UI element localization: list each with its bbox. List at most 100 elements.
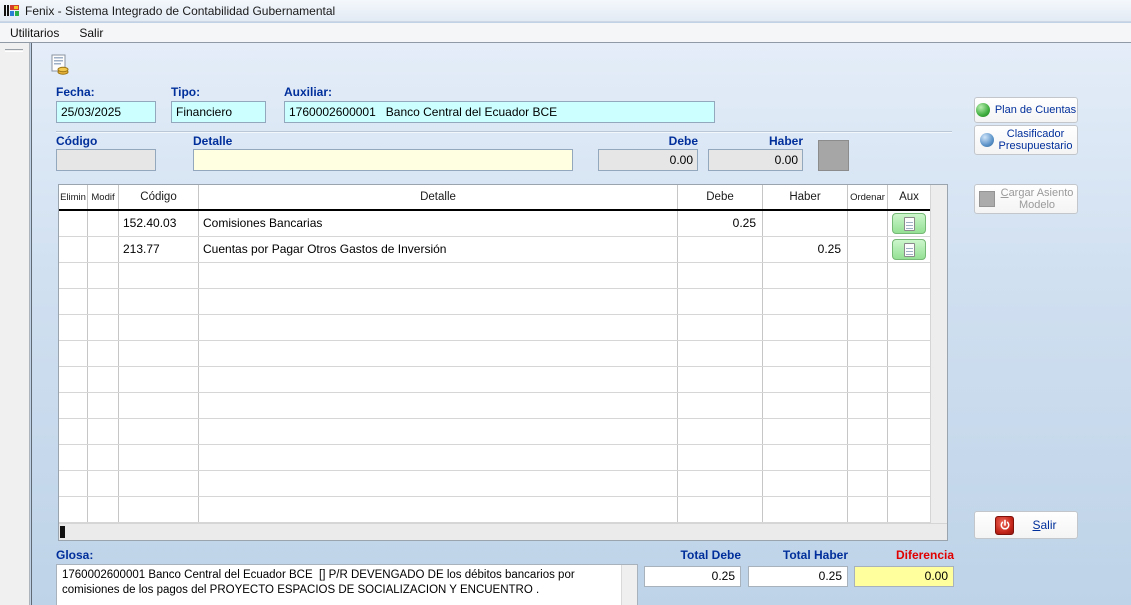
main-area: Fecha: 25/03/2025 Tipo: Financiero Auxil… <box>0 42 1131 605</box>
tipo-label: Tipo: <box>171 85 201 99</box>
grid-cell: Comisiones Bancarias <box>199 211 678 236</box>
plan-de-cuentas-button[interactable]: Plan de Cuentas <box>974 97 1078 123</box>
glosa-field[interactable]: 1760002600001 Banco Central del Ecuador … <box>56 564 638 605</box>
table-row[interactable] <box>59 445 931 471</box>
table-row[interactable] <box>59 419 931 445</box>
aux-button[interactable] <box>892 239 926 260</box>
cargar-label: Cargar Asiento Modelo <box>1000 187 1074 211</box>
ledger-document-icon[interactable] <box>49 54 71 76</box>
col-header-modif: Modif <box>88 185 119 209</box>
diferencia-field: 0.00 <box>854 566 954 587</box>
grid-cell <box>763 315 848 340</box>
table-row[interactable] <box>59 471 931 497</box>
grid-cell <box>763 393 848 418</box>
grid-cell <box>763 341 848 366</box>
grid-cell <box>59 341 88 366</box>
grid-cell <box>848 289 888 314</box>
table-row[interactable] <box>59 497 931 523</box>
grid-cell <box>88 237 119 262</box>
grid-cell <box>848 263 888 288</box>
grid-cell: Cuentas por Pagar Otros Gastos de Invers… <box>199 237 678 262</box>
grid-cell <box>678 341 763 366</box>
grid-cell <box>848 237 888 262</box>
grid-horizontal-scrollbar[interactable] <box>59 523 947 540</box>
aux-button[interactable] <box>892 213 926 234</box>
grid-cell <box>678 471 763 496</box>
app-icon <box>4 3 20 19</box>
grid-cell <box>763 471 848 496</box>
grid-cell <box>59 237 88 262</box>
tipo-field[interactable]: Financiero <box>171 101 266 123</box>
codigo-field[interactable] <box>56 149 156 171</box>
gray-square-icon <box>978 191 995 207</box>
table-row[interactable] <box>59 263 931 289</box>
window-title: Fenix - Sistema Integrado de Contabilida… <box>25 3 336 18</box>
grid-cell <box>59 289 88 314</box>
grid-cell <box>763 445 848 470</box>
glosa-scrollbar[interactable] <box>621 565 637 605</box>
cargar-asiento-modelo-button[interactable]: Cargar Asiento Modelo <box>974 184 1078 214</box>
grid-cell: 0.25 <box>678 211 763 236</box>
glosa-label: Glosa: <box>56 548 94 562</box>
table-row[interactable] <box>59 393 931 419</box>
grid-cell <box>848 497 888 522</box>
grid-cell <box>199 263 678 288</box>
table-row[interactable]: 213.77 Cuentas por Pagar Otros Gastos de … <box>59 237 931 263</box>
table-row[interactable] <box>59 341 931 367</box>
table-row[interactable] <box>59 367 931 393</box>
grid-cell <box>88 367 119 392</box>
add-entry-button[interactable] <box>818 140 849 171</box>
grid-cell <box>199 393 678 418</box>
form-content: Fecha: 25/03/2025 Tipo: Financiero Auxil… <box>31 43 1131 605</box>
plan-de-cuentas-label: Plan de Cuentas <box>994 104 1077 116</box>
grid-cell <box>119 341 199 366</box>
grid-cell <box>88 445 119 470</box>
grid-cell <box>199 471 678 496</box>
grid-cell <box>888 497 931 522</box>
grid-body: 152.40.03 Comisiones Bancarias 0.25 213.77 C… <box>59 211 947 523</box>
grid-cell <box>763 211 848 236</box>
total-debe-field: 0.25 <box>644 566 741 587</box>
total-haber-label: Total Haber <box>782 548 848 562</box>
col-header-debe: Debe <box>678 185 763 209</box>
blue-sphere-icon <box>979 133 994 147</box>
debe-field[interactable]: 0.00 <box>598 149 698 171</box>
scrollbar-thumb[interactable] <box>60 526 65 538</box>
power-icon <box>995 515 1015 535</box>
grid-cell <box>199 419 678 444</box>
auxiliar-field[interactable]: 1760002600001 Banco Central del Ecuador … <box>284 101 715 123</box>
grid-cell <box>88 471 119 496</box>
haber-label: Haber <box>768 134 803 148</box>
fecha-field[interactable]: 25/03/2025 <box>56 101 156 123</box>
grid-cell <box>888 393 931 418</box>
grid-cell <box>59 211 88 236</box>
total-debe-label: Total Debe <box>680 548 741 562</box>
menu-bar: Utilitarios Salir <box>0 23 1131 42</box>
left-collapsed-panel[interactable] <box>0 43 30 605</box>
grid-cell <box>888 211 931 236</box>
col-header-aux: Aux <box>888 185 931 209</box>
grid-cell <box>848 341 888 366</box>
grid-vertical-scrollbar[interactable] <box>930 185 947 523</box>
table-row[interactable]: 152.40.03 Comisiones Bancarias 0.25 <box>59 211 931 237</box>
grid-cell <box>88 341 119 366</box>
table-row[interactable] <box>59 315 931 341</box>
clasificador-presupuestario-button[interactable]: Clasificador Presupuestario <box>974 125 1078 155</box>
grid-cell <box>119 445 199 470</box>
haber-field[interactable]: 0.00 <box>708 149 803 171</box>
col-header-detalle: Detalle <box>199 185 678 209</box>
detalle-field[interactable] <box>193 149 573 171</box>
grid-cell <box>848 445 888 470</box>
grid-cell <box>119 315 199 340</box>
grid-cell <box>199 445 678 470</box>
divider <box>56 131 952 133</box>
grid-cell <box>119 497 199 522</box>
salir-button[interactable]: Salir <box>974 511 1078 539</box>
grid-cell <box>848 393 888 418</box>
table-row[interactable] <box>59 289 931 315</box>
menu-salir[interactable]: Salir <box>69 24 113 42</box>
document-icon <box>903 242 915 257</box>
grid-cell <box>119 289 199 314</box>
grid-cell <box>119 393 199 418</box>
menu-utilitarios[interactable]: Utilitarios <box>0 24 69 42</box>
